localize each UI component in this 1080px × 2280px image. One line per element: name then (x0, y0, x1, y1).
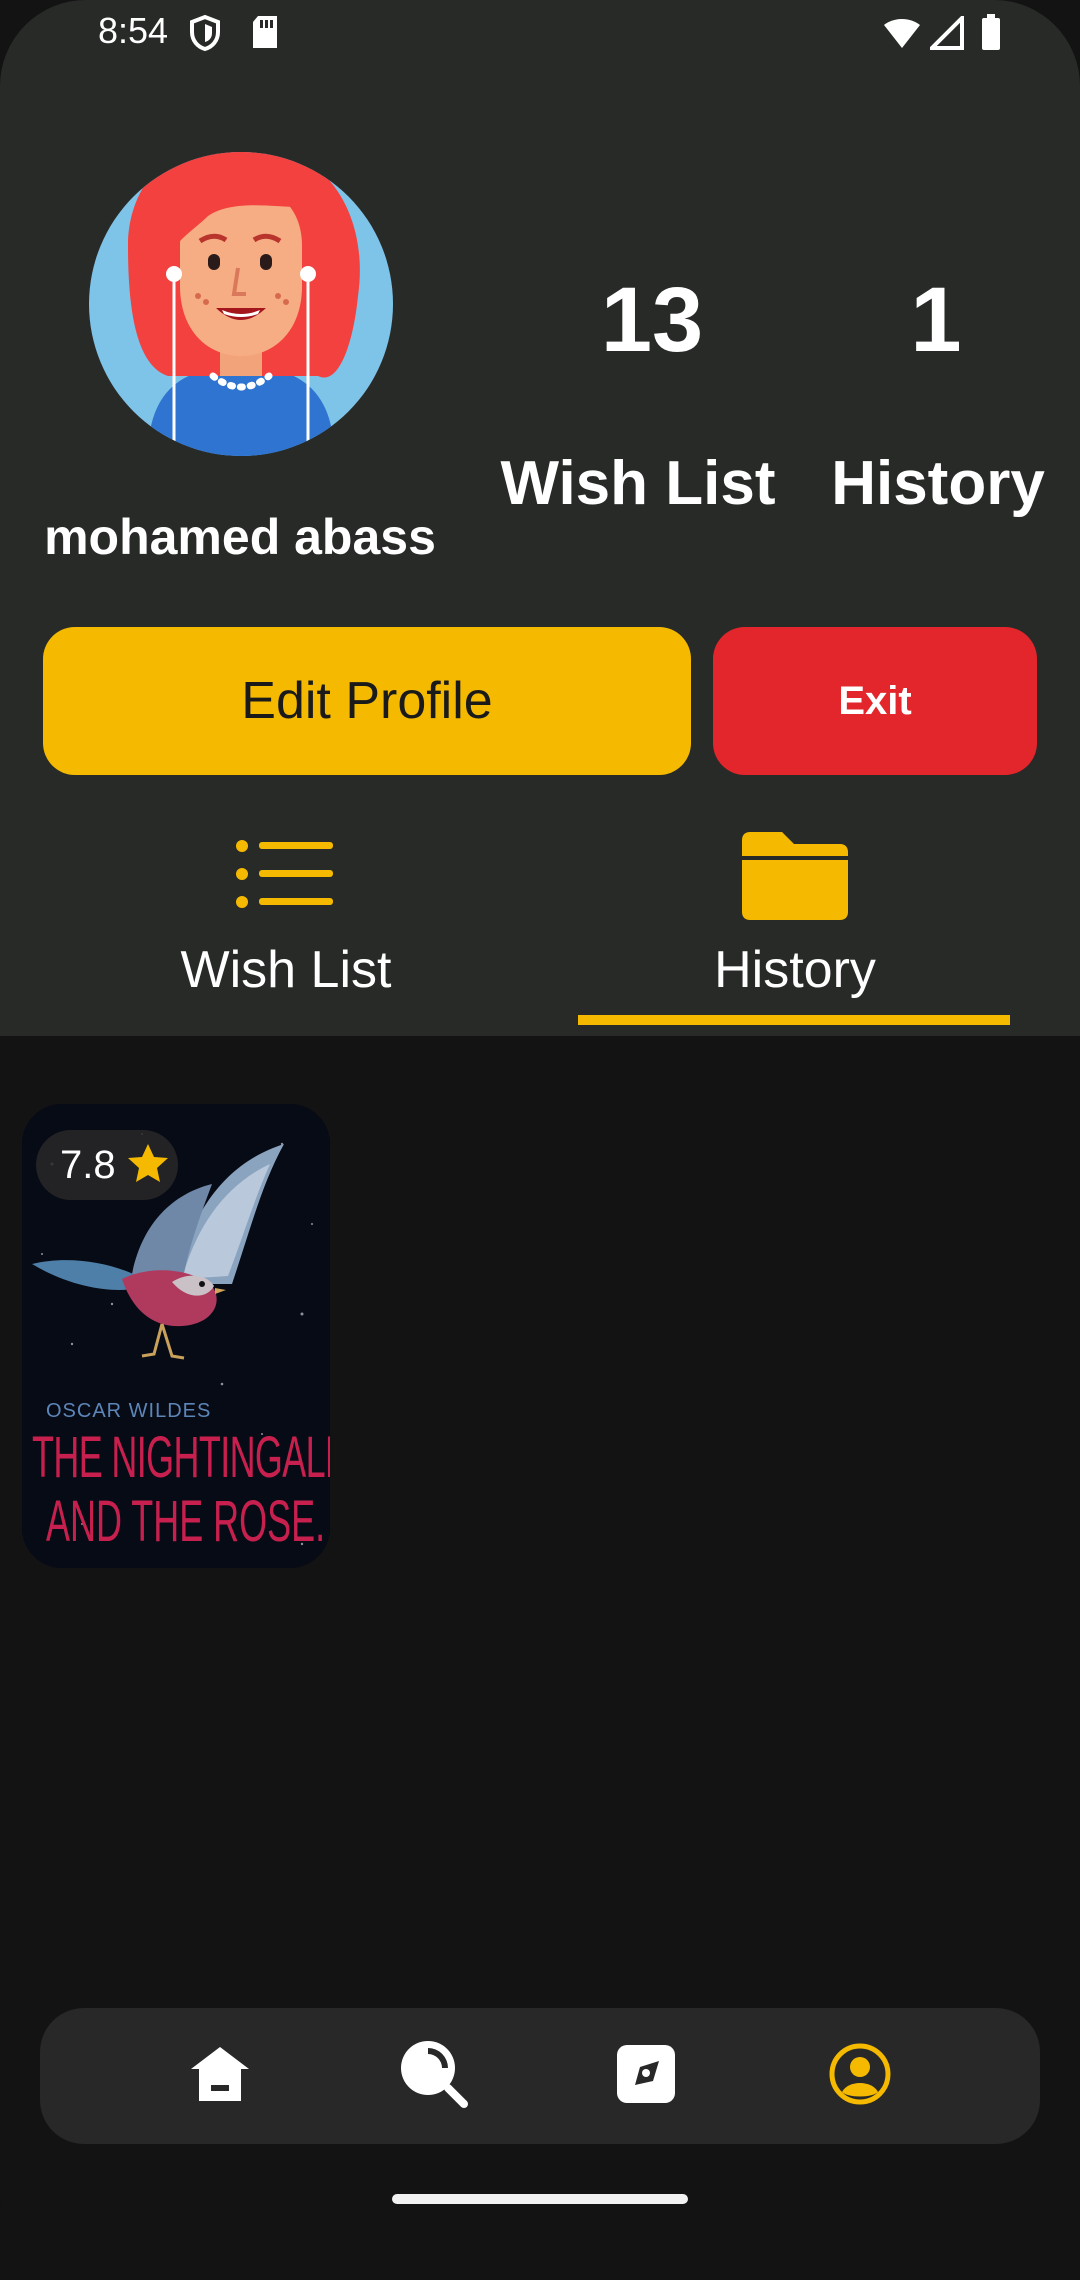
active-tab-indicator (578, 1015, 1010, 1025)
nav-search[interactable] (390, 2032, 478, 2120)
avatar[interactable] (88, 136, 394, 456)
wishlist-stat-label: Wish List (500, 449, 776, 518)
home-icon (187, 2043, 253, 2110)
history-stat-label: History (831, 449, 1045, 518)
nav-profile[interactable] (816, 2032, 904, 2120)
profile-icon (828, 2042, 892, 2111)
tab-history[interactable]: History (580, 830, 1010, 1030)
cover-author-text: OSCAR WILDES (46, 1400, 212, 1422)
list-icon (235, 838, 335, 915)
wishlist-count: 13 (600, 269, 704, 371)
battery-icon (980, 14, 1002, 57)
tab-wish-list-label: Wish List (180, 941, 392, 999)
rating-value: 7.8 (60, 1142, 116, 1187)
nav-home[interactable] (176, 2032, 264, 2120)
tab-wish-list[interactable]: Wish List (71, 830, 501, 1030)
search-icon (398, 2038, 470, 2115)
username: mohamed abass (44, 509, 436, 565)
nav-explore[interactable] (602, 2032, 690, 2120)
cover-title-line2: AND THE ROSE. (46, 1489, 326, 1554)
wifi-icon (882, 16, 922, 55)
status-time: 8:54 (98, 10, 169, 51)
history-book-card[interactable]: OSCAR WILDES THE NIGHTINGALE AND THE ROS… (22, 1104, 330, 1568)
profile-screen: 8:54 mohamed abass 13 1 Wish List Histor… (0, 0, 1080, 2280)
exit-button[interactable]: Exit (713, 627, 1037, 775)
folder-icon (738, 830, 852, 927)
edit-profile-button[interactable]: Edit Profile (43, 627, 691, 775)
sd-card-icon (250, 14, 280, 55)
profile-header: 8:54 mohamed abass 13 1 Wish List Histor… (0, 0, 1080, 1036)
explore-icon (615, 2043, 677, 2110)
gesture-bar[interactable] (392, 2194, 688, 2204)
status-bar: 8:54 (0, 0, 1080, 66)
tab-history-label: History (714, 941, 876, 999)
rating-badge: 7.8 (36, 1130, 178, 1200)
signal-icon (927, 13, 964, 55)
history-count: 1 (910, 269, 962, 371)
bottom-navigation (40, 2008, 1040, 2144)
shield-icon (188, 14, 222, 57)
star-icon (126, 1142, 170, 1189)
cover-title-line1: THE NIGHTINGALE (32, 1425, 330, 1490)
